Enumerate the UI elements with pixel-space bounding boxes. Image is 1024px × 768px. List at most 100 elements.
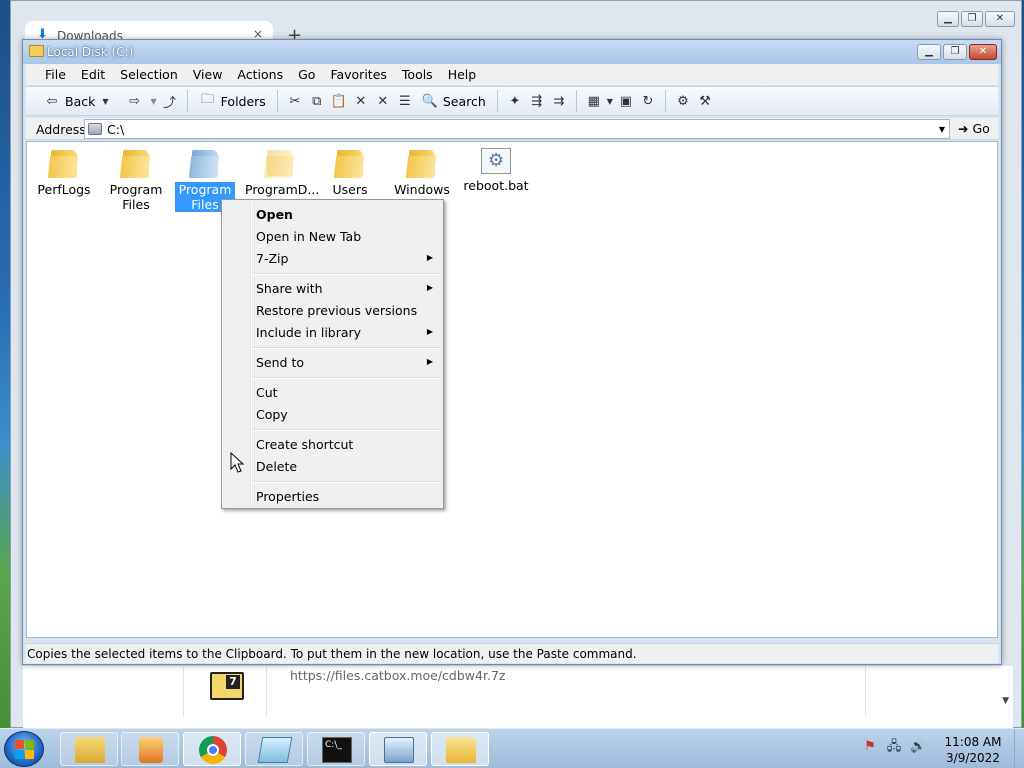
context-menu-cut[interactable]: Cut	[224, 381, 441, 403]
cut-icon[interactable]: ✂	[286, 94, 304, 109]
search-button[interactable]: 🔍 Search	[418, 92, 489, 111]
taskbar-cmd-button[interactable]: C:\_	[307, 732, 365, 766]
views-icon[interactable]: ▦	[585, 94, 603, 109]
back-arrow-icon: ⇦	[46, 93, 58, 109]
file-label: Program Files	[109, 182, 163, 212]
menu-selection[interactable]: Selection	[113, 64, 186, 85]
browser-window-controls: ▁ ❐ ✕	[937, 11, 1015, 27]
properties-icon[interactable]: ☰	[396, 94, 414, 109]
taskbar-control-panel-button[interactable]	[369, 732, 427, 766]
explorer-window: Local Disk (C:) ▁ ❐ ✕ File Edit Selectio…	[22, 39, 1002, 665]
clock[interactable]: 11:08 AM 3/9/2022	[932, 734, 1014, 766]
folder-icon	[29, 45, 44, 57]
mouse-cursor-icon	[230, 452, 245, 473]
file-item-programdata[interactable]: ProgramD...	[245, 146, 320, 197]
file-item-reboot-bat[interactable]: reboot.bat	[461, 146, 531, 193]
context-menu-delete[interactable]: Delete	[224, 455, 441, 477]
taskbar-explorer-button[interactable]	[60, 732, 118, 766]
address-input[interactable]: C:\ ▼	[84, 119, 950, 139]
menu-separator	[252, 429, 440, 431]
menu-file[interactable]: File	[38, 64, 74, 85]
paste-icon[interactable]: 📋	[330, 94, 348, 109]
back-dropdown-icon[interactable]: ▼	[102, 97, 108, 106]
file-item-perflogs[interactable]: PerfLogs	[31, 146, 97, 197]
menu-favorites[interactable]: Favorites	[323, 64, 394, 85]
browser-close-button[interactable]: ✕	[985, 11, 1015, 27]
explorer-titlebar[interactable]: Local Disk (C:) ▁ ❐ ✕	[23, 40, 1001, 64]
show-desktop-button[interactable]	[1014, 729, 1024, 768]
browser-minimize-button[interactable]: ▁	[937, 11, 959, 27]
file-item-program-files[interactable]: Program Files	[103, 146, 169, 212]
context-menu-create-shortcut[interactable]: Create shortcut	[224, 433, 441, 455]
close-button[interactable]: ✕	[969, 44, 997, 60]
clock-time: 11:08 AM	[944, 735, 1002, 749]
notepad-icon	[257, 737, 293, 763]
up-folder-icon[interactable]: ⤴	[161, 92, 179, 111]
delete-icon[interactable]: ✕	[352, 94, 370, 109]
go-button[interactable]: ➜ Go	[958, 121, 990, 136]
context-menu-7zip[interactable]: 7-Zip ▶	[224, 247, 441, 269]
minimize-button[interactable]: ▁	[917, 44, 941, 60]
toolbar: ⇦ Back ▼ ⇨ ▼ ⤴ 🗀 Folders ✂ ⧉ 📋 ✕ ✕ ☰ 🔍 S…	[26, 86, 998, 116]
command-prompt-icon[interactable]: ▣	[617, 94, 635, 109]
context-menu-include-in-library[interactable]: Include in library ▶	[224, 321, 441, 343]
menu-separator	[252, 481, 440, 483]
search-icon: 🔍	[421, 93, 438, 109]
clock-date: 3/9/2022	[946, 751, 1000, 765]
copy-to-icon[interactable]: ⇶	[528, 94, 546, 109]
taskbar-media-player-button[interactable]	[121, 732, 179, 766]
scroll-down-arrow-icon[interactable]: ▼	[1002, 696, 1009, 706]
menu-tools[interactable]: Tools	[395, 64, 441, 85]
taskbar-notepad-button[interactable]	[245, 732, 303, 766]
new-folder-icon[interactable]: ✦	[506, 94, 524, 109]
file-view[interactable]: PerfLogs Program Files Program Files (x8…	[26, 141, 998, 638]
window-controls: ▁ ❐ ✕	[917, 44, 997, 60]
options-icon[interactable]: ⚒	[696, 94, 714, 109]
forward-dropdown-icon[interactable]: ▼	[151, 97, 157, 106]
context-menu-copy[interactable]: Copy	[224, 403, 441, 425]
settings-icon[interactable]: ⚙	[674, 94, 692, 109]
back-button[interactable]: ⇦ Back	[40, 92, 98, 111]
menu-help[interactable]: Help	[441, 64, 485, 85]
views-dropdown-icon[interactable]: ▼	[607, 97, 613, 106]
batch-file-icon	[481, 148, 511, 174]
menu-bar: File Edit Selection View Actions Go Favo…	[26, 64, 998, 85]
start-button[interactable]	[4, 731, 44, 767]
system-tray: ⚑ 🖧 🔊	[862, 739, 926, 755]
delete-permanent-icon[interactable]: ✕	[374, 94, 392, 109]
menu-actions[interactable]: Actions	[230, 64, 291, 85]
browser-maximize-button[interactable]: ❐	[961, 11, 983, 27]
chrome-icon	[199, 736, 227, 764]
address-value: C:\	[107, 122, 125, 137]
volume-icon[interactable]: 🔊	[910, 739, 926, 755]
taskbar-chrome-button[interactable]	[183, 732, 241, 766]
refresh-icon[interactable]: ↻	[639, 94, 657, 109]
context-menu-send-to[interactable]: Send to ▶	[224, 351, 441, 373]
folder-icon	[405, 146, 437, 178]
context-menu-share-with[interactable]: Share with ▶	[224, 277, 441, 299]
menu-view[interactable]: View	[186, 64, 231, 85]
context-menu-open[interactable]: Open	[224, 203, 441, 225]
file-label: ProgramD...	[245, 182, 320, 197]
forward-button[interactable]: ⇨	[123, 92, 147, 111]
menu-edit[interactable]: Edit	[74, 64, 113, 85]
address-dropdown-icon[interactable]: ▼	[939, 125, 945, 134]
move-to-icon[interactable]: ⇉	[550, 94, 568, 109]
folders-button[interactable]: 🗀 Folders	[196, 88, 269, 114]
folder-icon	[119, 146, 151, 178]
context-menu-open-new-tab[interactable]: Open in New Tab	[224, 225, 441, 247]
maximize-button[interactable]: ❐	[943, 44, 967, 60]
taskbar-explorer-window-button[interactable]	[431, 732, 489, 766]
menu-go[interactable]: Go	[291, 64, 323, 85]
network-icon[interactable]: 🖧	[886, 739, 902, 755]
context-menu-properties[interactable]: Properties	[224, 485, 441, 507]
file-label: reboot.bat	[463, 178, 529, 193]
download-item[interactable]: 7 https://files.catbox.moe/cdbw4r.7z	[183, 666, 866, 716]
download-url-link[interactable]: https://files.catbox.moe/cdbw4r.7z	[290, 668, 505, 683]
context-menu-restore-previous-versions[interactable]: Restore previous versions	[224, 299, 441, 321]
file-item-windows[interactable]: Windows	[389, 146, 455, 197]
file-item-users[interactable]: Users	[317, 146, 383, 197]
copy-icon[interactable]: ⧉	[308, 94, 326, 109]
status-text: Copies the selected items to the Clipboa…	[27, 647, 637, 661]
action-center-flag-icon[interactable]: ⚑	[862, 739, 878, 755]
